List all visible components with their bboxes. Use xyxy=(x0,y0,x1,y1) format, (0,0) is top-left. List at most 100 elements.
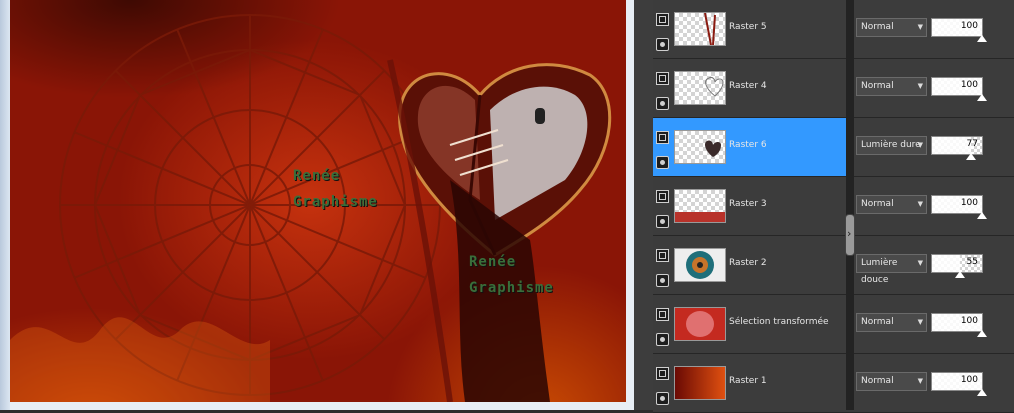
opacity-slider-handle[interactable] xyxy=(977,94,987,101)
layer-row-main[interactable]: Raster 6 xyxy=(653,118,846,176)
thumb-art xyxy=(705,140,721,157)
opacity-value: 100 xyxy=(960,316,978,326)
chevron-right-icon: › xyxy=(847,227,852,240)
blend-mode-value: Normal xyxy=(861,81,894,91)
layer-thumbnail[interactable] xyxy=(674,71,726,105)
opacity-slider[interactable]: 100 xyxy=(931,313,987,337)
opacity-slider-handle[interactable] xyxy=(977,35,987,42)
eye-icon[interactable] xyxy=(656,97,669,110)
blend-mode-select[interactable]: Normal ▼ xyxy=(856,372,927,391)
chevron-down-icon: ▼ xyxy=(917,141,923,149)
link-icon[interactable] xyxy=(656,367,669,380)
layers-panel: Raster 5 Normal ▼ 100 Raster 4 Normal ▼ … xyxy=(653,0,1014,413)
thumb-art xyxy=(675,249,725,281)
link-icon[interactable] xyxy=(656,190,669,203)
opacity-value: 55 xyxy=(966,257,978,267)
chevron-down-icon: ▼ xyxy=(917,200,923,208)
layer-row-main[interactable]: Raster 5 xyxy=(653,0,846,58)
blend-mode-value: Normal xyxy=(861,22,894,32)
blend-mode-select[interactable]: Normal ▼ xyxy=(856,313,927,332)
layer-name: Raster 6 xyxy=(729,140,767,150)
blend-mode-value: Lumière dure xyxy=(861,140,921,150)
layer-name: Raster 4 xyxy=(729,81,767,91)
layer-row[interactable]: Raster 2 Lumière douce ▼ 55 xyxy=(653,236,1014,295)
blend-mode-value: Lumière douce xyxy=(861,258,898,285)
layer-thumbnail[interactable] xyxy=(674,307,726,341)
blend-mode-select[interactable]: Normal ▼ xyxy=(856,77,927,96)
eye-icon[interactable] xyxy=(656,215,669,228)
blend-mode-select[interactable]: Normal ▼ xyxy=(856,195,927,214)
layer-name: Raster 5 xyxy=(729,22,767,32)
layer-row-main[interactable]: Raster 1 xyxy=(653,354,846,412)
layer-row-main[interactable]: Sélection transformée xyxy=(653,295,846,353)
layer-row-main[interactable]: Raster 4 xyxy=(653,59,846,117)
layer-row[interactable]: Sélection transformée Normal ▼ 100 xyxy=(653,295,1014,354)
layer-thumbnail[interactable] xyxy=(674,130,726,164)
opacity-slider[interactable]: 77 xyxy=(931,136,983,160)
blend-mode-value: Normal xyxy=(861,376,894,386)
layer-row-main[interactable]: Raster 3 xyxy=(653,177,846,235)
opacity-value: 77 xyxy=(966,139,978,149)
opacity-value: 100 xyxy=(960,375,978,385)
opacity-slider-handle[interactable] xyxy=(977,212,987,219)
layer-thumbnail[interactable] xyxy=(674,248,726,282)
layer-row-main[interactable]: Raster 2 xyxy=(653,236,846,294)
blend-mode-select[interactable]: Lumière dure ▼ xyxy=(856,136,927,155)
layer-name: Raster 1 xyxy=(729,376,767,386)
watermark-line1: Renée xyxy=(469,254,517,270)
link-icon[interactable] xyxy=(656,249,669,262)
opacity-slider-handle[interactable] xyxy=(965,153,976,160)
thumb-art xyxy=(705,77,724,97)
opacity-fill xyxy=(932,255,960,272)
opacity-slider-handle[interactable] xyxy=(954,271,965,278)
thumb-art xyxy=(675,212,725,222)
layer-thumbnail[interactable] xyxy=(674,189,726,223)
opacity-slider[interactable]: 100 xyxy=(931,195,987,219)
layer-row[interactable]: Raster 5 Normal ▼ 100 xyxy=(653,0,1014,59)
chevron-down-icon: ▼ xyxy=(917,377,923,385)
blend-mode-value: Normal xyxy=(861,317,894,327)
eye-icon[interactable] xyxy=(656,274,669,287)
blend-mode-value: Normal xyxy=(861,199,894,209)
opacity-value: 100 xyxy=(960,21,978,31)
layer-thumbnail[interactable] xyxy=(674,12,726,46)
link-icon[interactable] xyxy=(656,131,669,144)
canvas-window-edge xyxy=(0,0,10,410)
layer-name: Raster 3 xyxy=(729,199,767,209)
opacity-value: 100 xyxy=(960,198,978,208)
layer-row[interactable]: Raster 6 Lumière dure ▼ 77 xyxy=(653,118,1014,177)
chevron-down-icon: ▼ xyxy=(917,318,923,326)
opacity-slider[interactable]: 55 xyxy=(931,254,983,278)
link-icon[interactable] xyxy=(656,308,669,321)
layer-row[interactable]: Raster 4 Normal ▼ 100 xyxy=(653,59,1014,118)
eye-icon[interactable] xyxy=(656,392,669,405)
layer-thumbnail[interactable] xyxy=(674,366,726,400)
opacity-slider[interactable]: 100 xyxy=(931,77,987,101)
watermark-bottom: Renée Graphisme xyxy=(469,254,554,296)
blend-mode-select[interactable]: Lumière douce ▼ xyxy=(856,254,927,285)
watermark-line2: Graphisme xyxy=(293,194,378,210)
blend-mode-select[interactable]: Normal ▼ xyxy=(856,18,927,37)
layer-name: Raster 2 xyxy=(729,258,767,268)
layer-row[interactable]: Raster 1 Normal ▼ 100 xyxy=(653,354,1014,413)
chevron-down-icon: ▼ xyxy=(917,259,923,267)
watermark-line2: Graphisme xyxy=(469,280,554,296)
link-icon[interactable] xyxy=(656,13,669,26)
eye-icon[interactable] xyxy=(656,333,669,346)
chevron-down-icon: ▼ xyxy=(917,82,923,90)
opacity-slider[interactable]: 100 xyxy=(931,18,987,42)
link-icon[interactable] xyxy=(656,72,669,85)
layer-row[interactable]: Raster 3 Normal ▼ 100 xyxy=(653,177,1014,236)
thumb-art xyxy=(675,308,725,340)
opacity-slider[interactable]: 100 xyxy=(931,372,987,396)
opacity-slider-handle[interactable] xyxy=(977,330,987,337)
eye-icon[interactable] xyxy=(656,38,669,51)
watermark-line1: Renée xyxy=(293,168,341,184)
opacity-slider-handle[interactable] xyxy=(977,389,987,396)
eye-icon[interactable] xyxy=(656,156,669,169)
panel-separator xyxy=(634,0,653,410)
panel-collapse-handle[interactable]: › xyxy=(845,214,855,256)
image-canvas[interactable]: Renée Graphisme Renée Graphisme xyxy=(10,0,626,402)
thumb-art xyxy=(704,13,716,45)
opacity-fill xyxy=(932,137,971,154)
